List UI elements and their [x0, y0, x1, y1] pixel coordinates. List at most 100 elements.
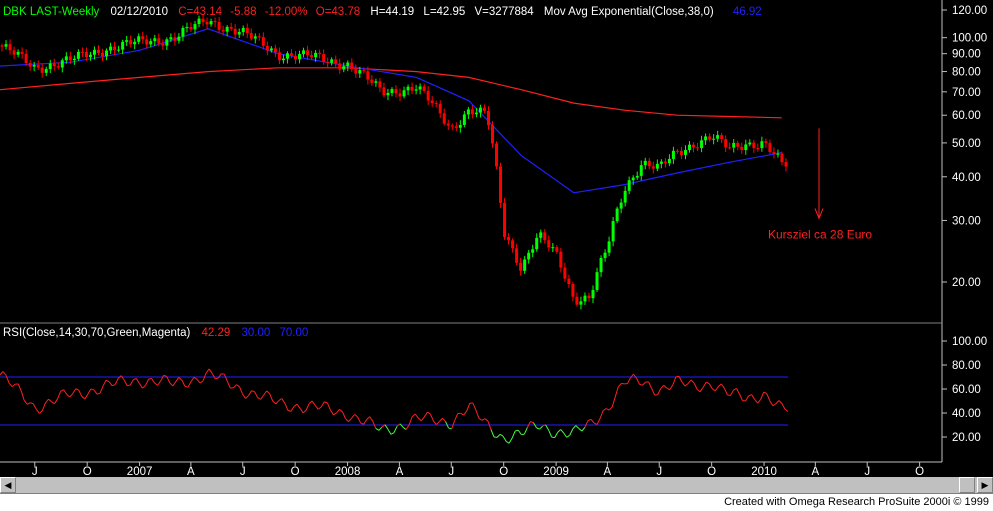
rsi-segment-146: [439, 417, 443, 422]
ema38-layer: [0, 28, 782, 194]
candle-body-140: [563, 267, 567, 279]
candle-body-71: [285, 53, 289, 59]
rsi-segment-34: [99, 385, 104, 394]
rsi-segment-116: [348, 417, 352, 423]
rsi-segment-227: [684, 383, 689, 387]
rsi-segment-231: [696, 388, 701, 393]
candle-body-132: [531, 249, 535, 253]
candle-body-183: [736, 142, 740, 147]
candle-body-153: [615, 208, 619, 222]
candle-body-155: [623, 190, 627, 203]
rsi-segment-61: [181, 379, 186, 387]
candle-body-147: [591, 290, 595, 299]
rsi-segment-211: [636, 377, 640, 385]
rsi-segment-2: [2, 371, 7, 376]
candle-body-116: [466, 109, 470, 115]
rsi-segment-255: [769, 400, 774, 407]
rsi-segment-41: [120, 375, 125, 381]
rsi-segment-256: [772, 403, 777, 407]
candle-body-113: [454, 126, 458, 128]
candle-body-38: [153, 38, 157, 42]
rsi-segment-119: [357, 416, 362, 424]
rsi-segment-103: [308, 400, 313, 404]
rsi-segment-33: [96, 392, 101, 395]
candle-body-79: [318, 52, 322, 55]
rsi-segment-106: [317, 406, 322, 410]
rsi-segment-49: [145, 379, 149, 386]
rsi-segment-208: [626, 377, 631, 384]
rsi-segment-130: [390, 432, 395, 435]
rsi-segment-29: [84, 393, 89, 400]
price-tick-label-3: 80.00: [952, 67, 981, 79]
rsi-segment-28: [81, 396, 86, 400]
candle-body-175: [704, 136, 708, 141]
price-tick-label-2: 90.00: [952, 49, 981, 61]
rsi-segment-141: [423, 411, 428, 418]
scroll-thumb[interactable]: [959, 477, 975, 493]
time-tick-label-0: J: [32, 466, 38, 477]
price-tick-label-8: 30.00: [952, 215, 981, 227]
rsi-value: 42.29: [202, 327, 231, 339]
rsi-segment-168: [505, 440, 510, 444]
candle-body-29: [117, 49, 121, 51]
scroll-right-button[interactable]: ▶: [977, 477, 993, 493]
rsi-segment-213: [642, 381, 646, 386]
rsi-bands: [0, 376, 788, 426]
rsi-segment-120: [360, 422, 364, 425]
candle-body-118: [474, 112, 478, 115]
candle-body-157: [631, 177, 635, 181]
rsi-segment-163: [490, 429, 495, 438]
candle-body-5: [20, 51, 24, 54]
candle-body-109: [438, 103, 442, 114]
candle-body-27: [109, 46, 113, 51]
candle-body-104: [418, 86, 422, 90]
candle-body-81: [326, 61, 330, 63]
rsi-segment-195: [587, 418, 592, 422]
candle-body-137: [551, 247, 555, 249]
candle-body-32: [129, 40, 133, 45]
candle-body-48: [193, 24, 197, 30]
rsi-segment-151: [454, 413, 459, 421]
rsi-segment-249: [751, 394, 756, 400]
candle-body-179: [720, 135, 724, 140]
candle-body-108: [434, 103, 438, 105]
candle-body-105: [422, 86, 426, 91]
rsi-segment-111: [333, 412, 337, 416]
header-high: H=44.19: [370, 6, 414, 18]
horizontal-scrollbar[interactable]: ◀ ▶: [0, 477, 993, 493]
rsi-segment-72: [215, 377, 219, 380]
header-indicator-value: 46.92: [733, 6, 762, 18]
rsi-segment-221: [666, 387, 671, 391]
rsi-segment-143: [429, 413, 434, 422]
candle-body-111: [446, 123, 450, 126]
rsi-segment-153: [460, 412, 464, 416]
candle-body-67: [269, 48, 273, 51]
candle-body-188: [756, 148, 760, 150]
candle-body-150: [603, 252, 607, 258]
candle-body-61: [245, 27, 249, 34]
candle-body-121: [486, 110, 490, 126]
candle-body-13: [52, 63, 56, 67]
rsi-segment-140: [420, 416, 425, 422]
rsi-segment-65: [193, 376, 198, 380]
rsi-segment-154: [463, 410, 468, 416]
candle-body-96: [386, 92, 390, 96]
rsi-segment-96: [287, 409, 292, 412]
candle-body-112: [450, 125, 454, 127]
rsi-segment-78: [233, 384, 237, 389]
candle-body-129: [519, 262, 523, 271]
rsi-segment-22: [63, 389, 68, 395]
rsi-segment-185: [557, 429, 562, 433]
candle-body-158: [635, 175, 639, 178]
candle-body-123: [495, 143, 499, 167]
rsi-segment-252: [760, 391, 765, 400]
rsi-segment-229: [690, 379, 695, 384]
rsi-segment-125: [375, 428, 380, 431]
scroll-left-button[interactable]: ◀: [0, 477, 16, 493]
candle-body-144: [579, 301, 583, 305]
rsi-segment-14: [39, 410, 43, 414]
rsi-segment-115: [345, 418, 349, 423]
rsi-segment-54: [160, 375, 165, 382]
candle-body-90: [362, 70, 366, 72]
candle-body-102: [410, 86, 414, 91]
